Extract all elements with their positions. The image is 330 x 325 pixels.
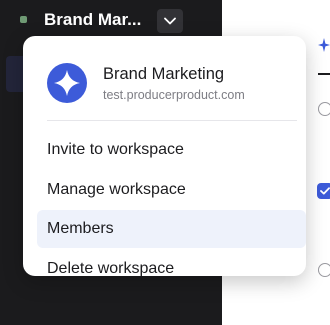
chevron-down-icon (164, 17, 176, 25)
sparkle-icon[interactable] (318, 38, 330, 52)
tab-underline (318, 73, 330, 75)
menu-item-manage[interactable]: Manage workspace (37, 171, 306, 209)
workspace-name[interactable]: Brand Mar... (44, 10, 141, 30)
workspace-domain: test.producerproduct.com (103, 88, 245, 102)
workspace-title: Brand Marketing (103, 65, 225, 83)
workspace-menu-toggle[interactable] (157, 9, 183, 33)
radio-button[interactable] (318, 263, 330, 277)
divider (47, 120, 297, 121)
workspace-status-dot (20, 16, 27, 23)
menu-item-members[interactable]: Members (37, 210, 306, 248)
menu-item-invite[interactable]: Invite to workspace (37, 131, 306, 169)
checkbox-checked[interactable] (317, 183, 330, 199)
menu-item-delete[interactable]: Delete workspace (37, 250, 306, 288)
workspace-logo-icon (47, 63, 87, 103)
workspace-menu: Brand Marketing test.producerproduct.com… (23, 36, 306, 277)
radio-button[interactable] (318, 102, 330, 116)
checkmark-icon (320, 187, 330, 195)
